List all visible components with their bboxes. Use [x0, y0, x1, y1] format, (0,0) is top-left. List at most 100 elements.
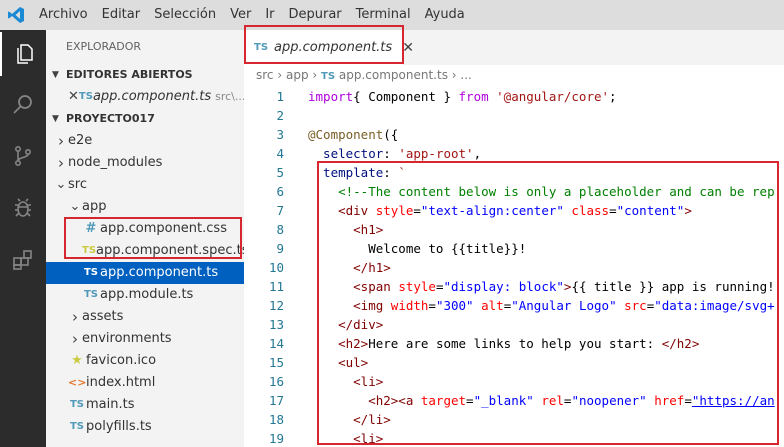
tree-item-label: app.component.spec.ts [96, 243, 244, 258]
code-token: <li> [308, 431, 384, 446]
code-token: rel [533, 393, 564, 408]
code-token: style [390, 279, 436, 294]
source-control-icon[interactable] [0, 134, 46, 178]
code-token: target [413, 393, 467, 408]
line-number: 14 [268, 336, 284, 351]
tree-item[interactable]: TS app.component.ts [46, 262, 244, 284]
code-text: selector: 'app-root', [308, 144, 481, 163]
code-token: "data:image/svg+ [654, 298, 775, 313]
favicon-star-icon: ★ [71, 353, 83, 368]
menu-terminal[interactable]: Terminal [349, 0, 418, 30]
code-token: ` [398, 165, 406, 180]
menu-ver[interactable]: Ver [223, 0, 258, 30]
tree-item[interactable]: TS app.module.ts [46, 284, 244, 306]
tab-app-component-ts[interactable]: TS app.component.ts ✕ [244, 30, 414, 65]
extensions-icon[interactable] [0, 238, 46, 282]
code-text: template: ` [308, 163, 406, 182]
code-token: selector [308, 146, 384, 161]
code-token: <!--The content below is only a placehol… [308, 184, 775, 199]
code-token: {{ title }} app is running! [571, 279, 775, 294]
open-editors-header[interactable]: ▼ EDITORES ABIERTOS [46, 64, 244, 86]
tree-item-label: app.module.ts [100, 287, 194, 302]
line-number: 6 [276, 184, 284, 199]
typescript-file-icon: TS [83, 289, 99, 300]
menu-archivo[interactable]: Archivo [32, 0, 95, 30]
tree-item[interactable]: › node_modules [46, 152, 244, 174]
chevron-right-icon: › [58, 132, 64, 150]
menu-ayuda[interactable]: Ayuda [418, 0, 472, 30]
menu-seleccion[interactable]: Selección [147, 0, 223, 30]
code-token: style [368, 203, 414, 218]
css-file-icon: # [85, 221, 97, 236]
code-text: </div> [308, 315, 383, 334]
breadcrumb: src › app › TS app.component.ts › ... [244, 65, 784, 85]
menu-ir[interactable]: Ir [258, 0, 281, 30]
tree-item[interactable]: ★ favicon.ico [46, 350, 244, 372]
code-text: </h1> [308, 258, 391, 277]
file-tree: › e2e › node_modules ⌄ src ⌄ app # app.component.… [46, 130, 244, 438]
tree-item[interactable]: # app.component.css [46, 218, 244, 240]
code-text: <span style="display: block">{{ title }}… [308, 277, 775, 296]
typescript-file-icon: TS [78, 91, 93, 102]
line-number: 17 [268, 393, 284, 408]
open-editor-item[interactable]: ✕ TS app.component.ts src\... [46, 86, 244, 108]
breadcrumb-file[interactable]: app.component.ts [339, 68, 448, 82]
close-icon[interactable]: ✕ [402, 40, 414, 56]
tree-item-label: index.html [86, 375, 156, 390]
chevron-right-icon: › [58, 154, 64, 172]
code-token: ; [609, 89, 617, 104]
close-icon[interactable]: ✕ [68, 86, 79, 108]
code-token: = [413, 203, 421, 218]
sidebar-title: EXPLORADOR [66, 40, 142, 53]
html-file-icon: <> [68, 376, 87, 389]
chevron-down-icon: ▼ [52, 70, 59, 80]
line-number: 9 [276, 241, 284, 256]
tree-item[interactable]: <> index.html [46, 372, 244, 394]
tree-item[interactable]: › e2e [46, 130, 244, 152]
tree-item[interactable]: TS main.ts [46, 394, 244, 416]
code-token: import [308, 89, 354, 104]
code-token: <li> [308, 374, 384, 389]
code-editor[interactable]: 1 import{ Component } from '@angular/core… [244, 87, 784, 447]
menu-editar[interactable]: Editar [95, 0, 148, 30]
code-text: <h1> [308, 220, 383, 239]
search-icon[interactable] [0, 82, 46, 126]
line-number: 18 [268, 412, 284, 427]
explorer-icon[interactable] [0, 32, 46, 76]
code-token: src [616, 298, 647, 313]
breadcrumb-app[interactable]: app [286, 68, 309, 82]
code-text: <ul> [308, 353, 368, 372]
code-token: '@angular/core' [488, 89, 610, 104]
line-number: 1 [276, 89, 284, 104]
code-token: 'app-root' [398, 146, 474, 161]
explorer-sidebar: EXPLORADOR ▼ EDITORES ABIERTOS ✕ TS app.… [46, 30, 244, 447]
tree-item[interactable]: ⌄ app [46, 196, 244, 218]
tree-item[interactable]: › environments [46, 328, 244, 350]
code-text: </li> [308, 410, 391, 429]
code-token: "text-align:center" [420, 203, 564, 218]
tab-bar: TS app.component.ts ✕ [244, 30, 784, 65]
breadcrumb-more[interactable]: ... [460, 68, 471, 82]
code-token: "https://an [691, 393, 775, 408]
project-header[interactable]: ▼ PROYECTO017 [46, 108, 244, 130]
line-number: 13 [268, 317, 284, 332]
menu-bar: Archivo Editar Selección Ver Ir Depurar … [0, 0, 784, 30]
tree-item-label: environments [82, 331, 172, 346]
code-text: <li> [308, 429, 383, 447]
open-editors-label: EDITORES ABIERTOS [66, 68, 193, 81]
debug-icon[interactable] [0, 186, 46, 230]
tree-item[interactable]: TS polyfills.ts [46, 416, 244, 438]
line-number: 5 [276, 165, 284, 180]
line-number: 15 [268, 355, 284, 370]
line-number: 19 [268, 431, 284, 446]
tree-item-label: main.ts [86, 397, 135, 412]
tree-item[interactable]: › assets [46, 306, 244, 328]
code-text: <h2><a target="_blank" rel="noopener" hr… [308, 391, 775, 410]
menu-depurar[interactable]: Depurar [282, 0, 349, 30]
code-token: <h1> [308, 222, 384, 237]
tree-item[interactable]: TS app.component.spec.ts [46, 240, 244, 262]
breadcrumb-src[interactable]: src [256, 68, 274, 82]
code-token: , [473, 146, 482, 161]
tab-label: app.component.ts [274, 40, 393, 55]
tree-item[interactable]: ⌄ src [46, 174, 244, 196]
